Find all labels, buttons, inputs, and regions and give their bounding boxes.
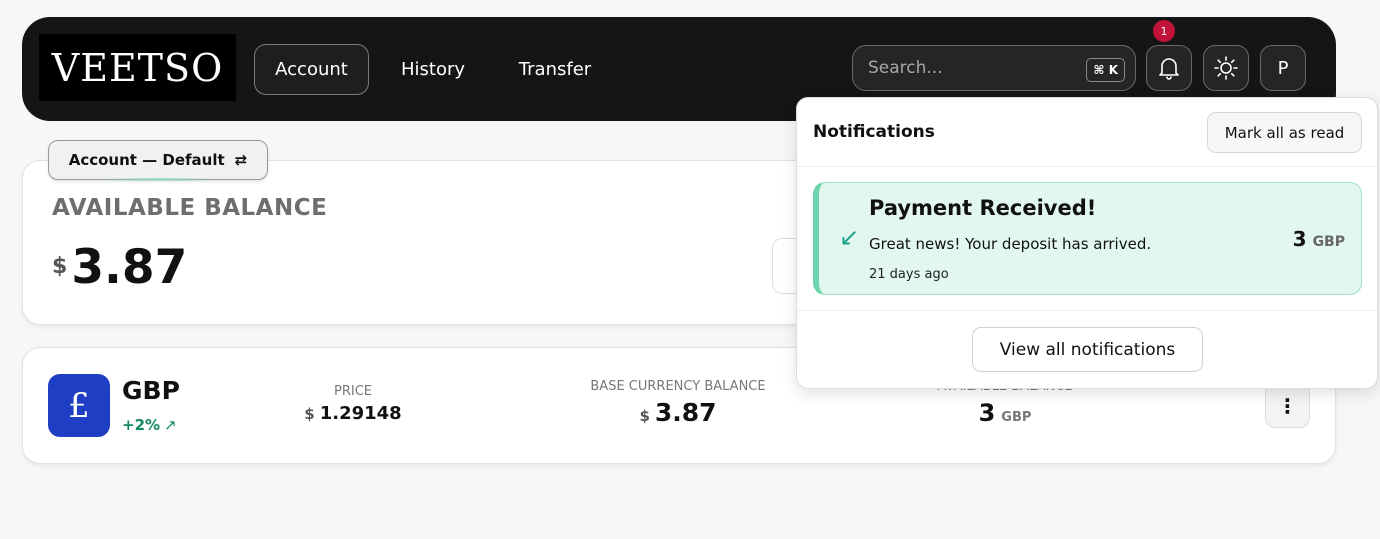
price-value: $ 1.29148 [283,403,423,424]
mark-all-read-button[interactable]: Mark all as read [1207,112,1362,153]
search-shortcut-hint: ⌘ K [1086,58,1125,82]
search-input[interactable]: Search... ⌘ K [852,45,1136,91]
notifications-popover: Notifications Mark all as read ↙ Payment… [796,97,1378,389]
available-balance-number: 3 [978,399,996,427]
notification-message: Great news! Your deposit has arrived. [869,235,1152,253]
base-balance-value: $ 3.87 [618,398,738,427]
currency-change: +2% ↗ [122,416,177,434]
balance-amount: $ 3.87 [52,240,187,295]
account-selector-label: Account — Default [68,151,225,169]
base-currency-symbol: $ [639,407,650,425]
notification-item[interactable]: ↙ Payment Received! Great news! Your dep… [813,182,1362,295]
base-balance-label: BASE CURRENCY BALANCE [590,379,766,394]
notifications-title: Notifications [813,122,935,142]
logo[interactable]: VEETSO [39,34,236,101]
account-selector[interactable]: Account — Default ⇄ [48,140,268,181]
theme-toggle-button[interactable] [1203,45,1249,91]
price-currency-symbol: $ [304,405,315,423]
price-label: PRICE [334,384,372,399]
tab-account[interactable]: Account [254,44,369,95]
balance-currency-symbol: $ [52,254,68,279]
notification-amount-value: 3 [1292,227,1307,251]
pound-icon: £ [48,374,110,437]
base-balance-number: 3.87 [654,398,717,427]
account-selector-underline [99,178,219,181]
view-all-notifications-button[interactable]: View all notifications [972,327,1203,372]
trend-up-icon: ↗ [164,416,177,434]
available-balance-unit: GBP [1001,410,1032,425]
price-number: 1.29148 [319,403,402,424]
balance-value: 3.87 [71,240,188,295]
notification-amount-unit: GBP [1312,234,1345,250]
notification-amount: 3 GBP [1293,227,1345,251]
notification-time: 21 days ago [869,267,949,282]
currency-code: GBP [122,376,180,405]
notifications-divider-bottom [797,310,1377,311]
switch-icon: ⇄ [234,151,248,169]
more-options-button[interactable]: ⋮ [1265,383,1310,428]
incoming-arrow-icon: ↙ [839,223,860,251]
search-placeholder: Search... [868,58,943,78]
tab-transfer[interactable]: Transfer [500,44,610,95]
tab-history[interactable]: History [382,44,484,95]
notifications-divider-top [797,166,1377,167]
more-vertical-icon: ⋮ [1277,393,1298,418]
notification-count-badge: 1 [1153,20,1175,42]
currency-change-value: +2% [122,416,161,434]
bell-icon [1159,58,1179,80]
sun-icon [1214,56,1238,80]
notifications-button[interactable] [1146,45,1192,91]
avatar[interactable]: P [1260,45,1306,91]
available-balance-value: 3 GBP [955,399,1055,427]
balance-title: AVAILABLE BALANCE [52,195,328,221]
notification-heading: Payment Received! [869,196,1097,220]
